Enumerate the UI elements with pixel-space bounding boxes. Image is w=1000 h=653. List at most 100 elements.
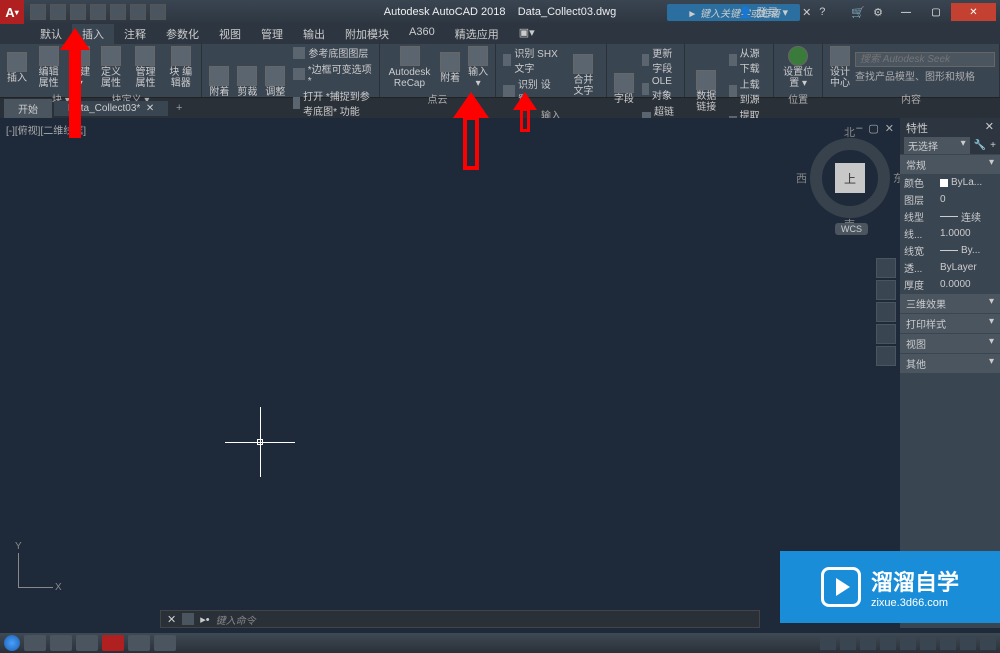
pc-attach-button[interactable]: 附着 bbox=[437, 51, 463, 85]
prop-lineweight[interactable]: 线宽By... bbox=[900, 242, 1000, 259]
taskbar-acrobat-icon[interactable] bbox=[128, 635, 150, 651]
qat-redo-icon[interactable] bbox=[150, 4, 166, 20]
file-tab-current[interactable]: Data_Collect03* ✕ bbox=[54, 101, 168, 116]
recap-button[interactable]: Autodesk ReCap bbox=[384, 45, 435, 90]
download-button[interactable]: 从源下载 bbox=[726, 45, 770, 75]
prop-thickness[interactable]: 厚度0.0000 bbox=[900, 276, 1000, 293]
vp-minimize-icon[interactable]: – bbox=[856, 122, 862, 135]
exchange-icon[interactable]: ✕ bbox=[802, 6, 811, 19]
close-button[interactable]: ✕ bbox=[951, 3, 996, 21]
clip-button[interactable]: 剪裁 bbox=[234, 65, 260, 99]
start-button[interactable] bbox=[4, 635, 20, 651]
prop-transparency[interactable]: 透...ByLayer bbox=[900, 259, 1000, 276]
status-grid-icon[interactable] bbox=[840, 636, 856, 650]
field-button[interactable]: 字段 bbox=[611, 72, 637, 106]
tray-network-icon[interactable] bbox=[960, 636, 976, 650]
taskbar-chrome-icon[interactable] bbox=[24, 635, 46, 651]
adjust-button[interactable]: 调整 bbox=[262, 65, 288, 99]
section-plotstyle[interactable]: 打印样式▾ bbox=[900, 314, 1000, 333]
nav-showmotion-icon[interactable] bbox=[876, 346, 896, 366]
tab-a360[interactable]: A360 bbox=[399, 24, 445, 44]
properties-close-icon[interactable]: ✕ bbox=[985, 120, 994, 134]
tab-addins[interactable]: 附加模块 bbox=[335, 24, 399, 44]
cmd-close-icon[interactable]: ✕ bbox=[167, 613, 176, 626]
snap-underlay-button[interactable]: 打开 *捕捉到参考底图* 功能 bbox=[290, 88, 374, 118]
section-misc[interactable]: 其他▾ bbox=[900, 354, 1000, 373]
tab-featured[interactable]: 精选应用 bbox=[445, 24, 509, 44]
minimize-button[interactable]: — bbox=[891, 3, 921, 21]
prop-ltscale[interactable]: 线...1.0000 bbox=[900, 225, 1000, 242]
viewcube[interactable]: 上 北 东 南 西 bbox=[810, 138, 890, 218]
viewport-label[interactable]: [-][俯视][二维线框] bbox=[6, 122, 86, 137]
section-view[interactable]: 视图▾ bbox=[900, 334, 1000, 353]
status-model-icon[interactable] bbox=[820, 636, 836, 650]
taskbar-wechat-icon[interactable] bbox=[154, 635, 176, 651]
prop-color[interactable]: 颜色ByLa... bbox=[900, 174, 1000, 191]
cmd-customize-icon[interactable] bbox=[182, 613, 194, 625]
share-icon[interactable]: ⚙ bbox=[873, 6, 883, 19]
tab-options-icon[interactable]: ▣▾ bbox=[509, 24, 545, 44]
vp-maximize-icon[interactable]: ▢ bbox=[868, 122, 878, 135]
viewcube-north[interactable]: 北 bbox=[844, 124, 855, 140]
qat-print-icon[interactable] bbox=[110, 4, 126, 20]
viewcube-west[interactable]: 西 bbox=[796, 170, 807, 186]
merge-text-button[interactable]: 合并 文字 bbox=[565, 53, 602, 98]
tab-annotate[interactable]: 注释 bbox=[114, 24, 156, 44]
qat-save-icon[interactable] bbox=[70, 4, 86, 20]
command-line[interactable]: ✕ ▸• 键入命令 bbox=[160, 610, 760, 628]
datalink-button[interactable]: 数据链接 bbox=[689, 69, 724, 114]
edit-attr-button[interactable]: 编辑 属性 bbox=[32, 45, 65, 90]
drawing-viewport[interactable]: [-][俯视][二维线框] – ▢ ✕ 上 北 东 南 西 WCS Y X bbox=[0, 118, 900, 628]
create-block-button[interactable]: 创建 ▾ bbox=[67, 45, 93, 90]
tray-icon[interactable] bbox=[940, 636, 956, 650]
properties-title[interactable]: 特性✕ bbox=[900, 118, 1000, 136]
tab-manage[interactable]: 管理 bbox=[251, 24, 293, 44]
define-attr-button[interactable]: 定义属性 bbox=[95, 45, 127, 90]
manage-attr-button[interactable]: 管理 属性 bbox=[129, 45, 162, 90]
set-location-button[interactable]: 设置位置 ▾ bbox=[778, 45, 818, 90]
section-general[interactable]: 常规▾ bbox=[900, 155, 1000, 174]
design-center-button[interactable]: 设计 中心 bbox=[827, 45, 853, 90]
cart-icon[interactable]: 🛒 bbox=[851, 6, 865, 19]
update-field-button[interactable]: 更新字段 bbox=[639, 45, 680, 75]
recognize-shx-button[interactable]: 识别 SHX 文字 bbox=[500, 45, 563, 75]
quickselect-icon[interactable]: 🔧 bbox=[974, 140, 986, 151]
vp-close-icon[interactable]: ✕ bbox=[885, 122, 894, 135]
viewcube-face-top[interactable]: 上 bbox=[835, 163, 865, 193]
nav-pan-icon[interactable] bbox=[876, 280, 896, 300]
login-button[interactable]: 👤 登录 ▾ bbox=[733, 4, 794, 20]
ole-button[interactable]: OLE 对象 bbox=[639, 76, 680, 102]
insert-block-button[interactable]: 插入 bbox=[4, 51, 30, 85]
seek-search[interactable] bbox=[855, 52, 995, 67]
taskbar-app2-icon[interactable] bbox=[76, 635, 98, 651]
tab-output[interactable]: 输出 bbox=[293, 24, 335, 44]
qat-open-icon[interactable] bbox=[50, 4, 66, 20]
tab-view[interactable]: 视图 bbox=[209, 24, 251, 44]
file-tab-add[interactable]: + bbox=[170, 102, 188, 114]
underlay-layers-button[interactable]: 参考底图图层 bbox=[290, 45, 374, 60]
section-3deffect[interactable]: 三维效果▾ bbox=[900, 294, 1000, 313]
nav-zoom-icon[interactable] bbox=[876, 302, 896, 322]
app-logo[interactable]: A▾ bbox=[0, 0, 24, 24]
attach-button[interactable]: 附着 bbox=[206, 65, 232, 99]
taskbar-autocad-icon[interactable] bbox=[102, 635, 124, 651]
tab-parametric[interactable]: 参数化 bbox=[156, 24, 209, 44]
qat-new-icon[interactable] bbox=[30, 4, 46, 20]
tray-volume-icon[interactable] bbox=[980, 636, 996, 650]
taskbar-app1-icon[interactable] bbox=[50, 635, 72, 651]
selection-dropdown[interactable]: 无选择▾ bbox=[904, 137, 970, 154]
frames-button[interactable]: *边框可变选项* bbox=[290, 61, 374, 87]
status-polar-icon[interactable] bbox=[900, 636, 916, 650]
prop-layer[interactable]: 图层0 bbox=[900, 191, 1000, 208]
status-snap-icon[interactable] bbox=[860, 636, 876, 650]
maximize-button[interactable]: ▢ bbox=[921, 3, 951, 21]
help-icon[interactable]: ? bbox=[819, 6, 825, 18]
qat-saveas-icon[interactable] bbox=[90, 4, 106, 20]
wcs-badge[interactable]: WCS bbox=[835, 223, 868, 235]
recognize-settings-button[interactable]: 识别 设置 bbox=[500, 76, 563, 106]
prop-linetype[interactable]: 线型连续 bbox=[900, 208, 1000, 225]
tab-default[interactable]: 默认 bbox=[30, 24, 72, 44]
block-editor-button[interactable]: 块 编辑器 bbox=[164, 45, 197, 90]
file-tab-start[interactable]: 开始 bbox=[4, 99, 52, 118]
import-button[interactable]: 输入 ▾ bbox=[465, 45, 491, 90]
